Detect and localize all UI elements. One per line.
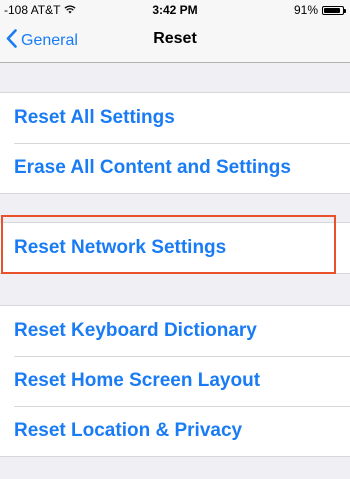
cell-label: Reset Home Screen Layout [14,370,261,391]
cell-label: Reset Keyboard Dictionary [14,320,257,341]
reset-all-settings-cell[interactable]: Reset All Settings [0,93,350,143]
cell-label: Reset All Settings [14,107,175,128]
reset-network-settings-cell[interactable]: Reset Network Settings [0,223,350,273]
cell-label: Erase All Content and Settings [14,157,291,178]
cell-label: Reset Location & Privacy [14,420,243,441]
reset-group-primary: Reset All Settings Erase All Content and… [0,92,350,194]
reset-settings-screen: -108 AT&T 3:42 PM 91% General Reset Rese… [0,0,350,479]
cell-label: Reset Network Settings [14,237,227,258]
battery-percent: 91% [293,3,318,17]
status-right: 91% [293,3,346,17]
navigation-bar: General Reset [0,20,350,63]
reset-home-screen-layout-cell[interactable]: Reset Home Screen Layout [0,356,350,406]
erase-all-content-cell[interactable]: Erase All Content and Settings [0,143,350,193]
status-bar: -108 AT&T 3:42 PM 91% [0,0,350,20]
reset-group-network: Reset Network Settings [0,222,350,274]
battery-fill [324,7,340,13]
reset-keyboard-dictionary-cell[interactable]: Reset Keyboard Dictionary [0,306,350,356]
battery-icon [322,5,346,15]
page-title: Reset [153,30,197,47]
reset-location-privacy-cell[interactable]: Reset Location & Privacy [0,406,350,456]
reset-group-other: Reset Keyboard Dictionary Reset Home Scr… [0,305,350,457]
